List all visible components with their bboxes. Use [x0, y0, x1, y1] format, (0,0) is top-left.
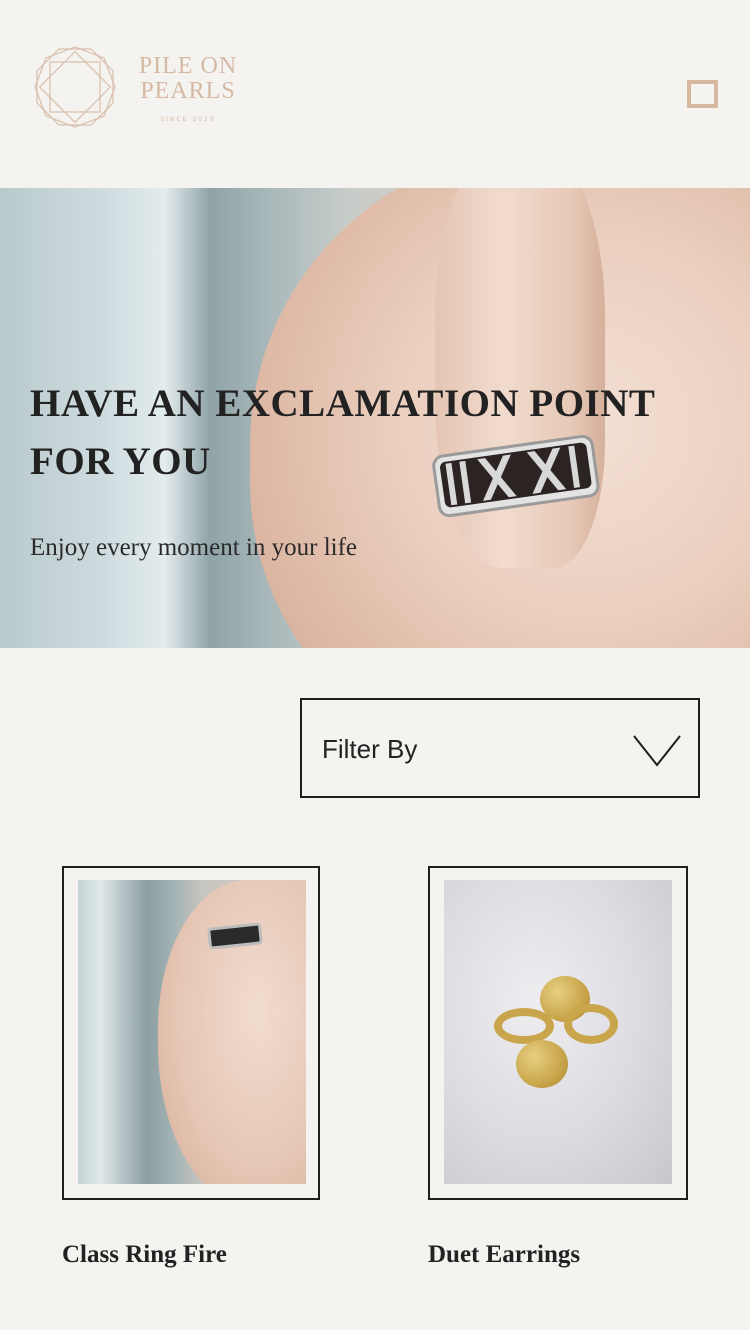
product-name[interactable]: Duet Earrings — [428, 1241, 580, 1269]
hero-title: HAVE AN EXCLAMATION POINT FOR YOU — [30, 382, 655, 483]
chevron-down-icon — [633, 735, 681, 767]
site-header: PILE ON PEARLS SINCE 2019 — [0, 0, 750, 188]
brand-name: PILE ON PEARLS — [128, 54, 248, 104]
brand-name-line2: PEARLS — [140, 78, 236, 104]
logo-octagon-icon — [34, 46, 116, 128]
menu-icon[interactable] — [687, 80, 718, 108]
product-image-frame[interactable] — [62, 866, 320, 1200]
earring-loop-image — [564, 1004, 618, 1044]
earring-loop-image — [494, 1008, 554, 1044]
hero-banner: HAVE AN EXCLAMATION POINT FOR YOU Enjoy … — [0, 188, 750, 648]
product-name[interactable]: Class Ring Fire — [62, 1241, 227, 1269]
product-image[interactable] — [78, 880, 306, 1184]
brand-since: SINCE 2019 — [160, 116, 216, 123]
filter-label: Filter By — [322, 734, 418, 764]
filter-dropdown[interactable]: Filter By — [300, 698, 700, 798]
coin-charm-image — [516, 1040, 568, 1088]
product-image[interactable] — [444, 880, 672, 1184]
hero-subtitle: Enjoy every moment in your life — [30, 534, 358, 561]
brand-name-line1: PILE ON — [138, 53, 238, 79]
product-image-frame[interactable] — [428, 866, 688, 1200]
brand-logo[interactable]: PILE ON PEARLS SINCE 2019 — [34, 46, 254, 136]
